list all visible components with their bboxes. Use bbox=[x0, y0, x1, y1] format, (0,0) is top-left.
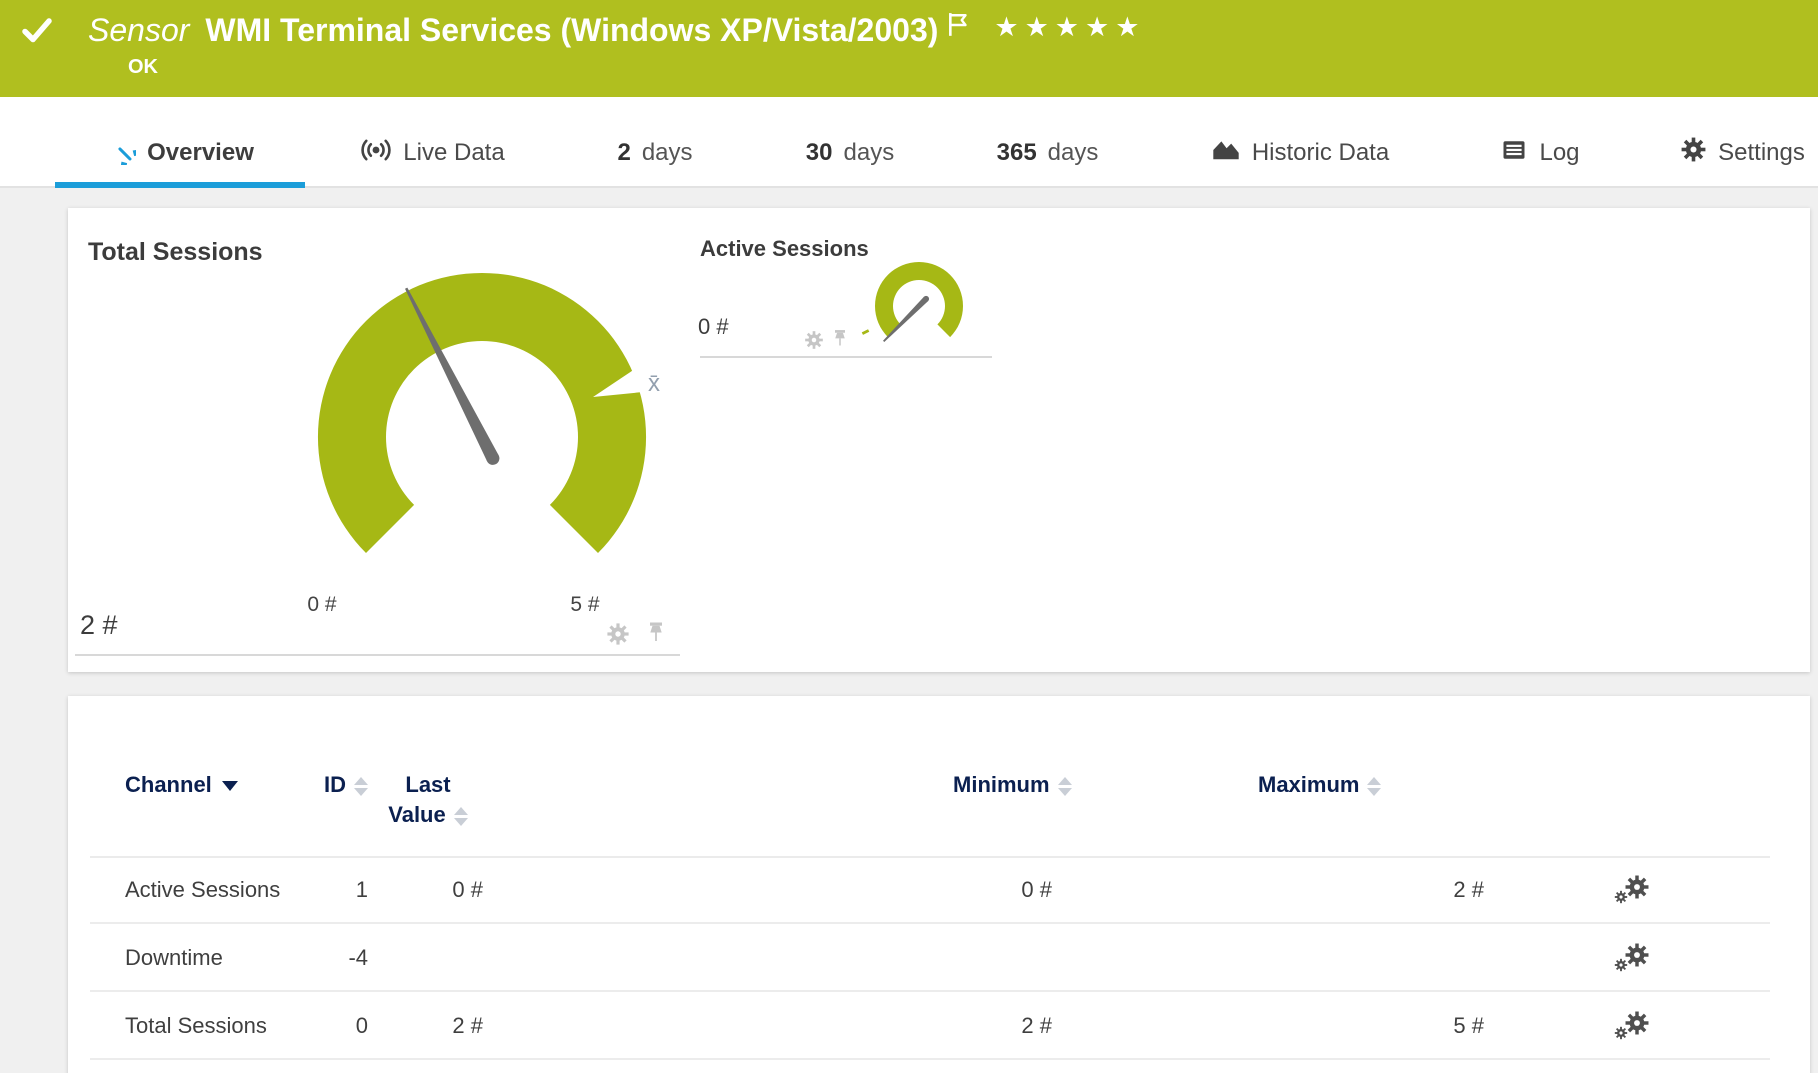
tab-value: 30 bbox=[806, 139, 833, 167]
gauge-divider bbox=[700, 356, 992, 358]
gauge-title: Total Sessions bbox=[88, 238, 263, 267]
channel-maximum bbox=[1304, 924, 1484, 992]
channels-table-panel: Channel ID Last Value Minimum Maximum Ac… bbox=[68, 696, 1810, 1073]
column-header-id[interactable]: ID bbox=[218, 772, 368, 798]
sort-toggle-icon bbox=[1367, 777, 1381, 796]
tab-label: days bbox=[1048, 139, 1099, 167]
channel-name[interactable]: Downtime bbox=[125, 924, 223, 992]
area-chart-icon bbox=[1211, 136, 1241, 171]
channel-minimum: 0 # bbox=[872, 856, 1052, 924]
table-row-total-sessions: Total Sessions 0 2 # 2 # 5 # bbox=[68, 992, 1810, 1060]
flag-icon[interactable] bbox=[948, 12, 970, 43]
channel-maximum: 2 # bbox=[1304, 856, 1484, 924]
column-header-maximum[interactable]: Maximum bbox=[1258, 772, 1381, 798]
gauge-settings-gear-icon[interactable] bbox=[606, 622, 630, 651]
gauges-panel: Total Sessions x̄ 0 # 5 # 2 # Active Ses… bbox=[68, 208, 1810, 672]
priority-stars[interactable]: ★★★★★ bbox=[994, 12, 1145, 42]
gauge-title: Active Sessions bbox=[700, 236, 869, 262]
channel-maximum: 5 # bbox=[1304, 992, 1484, 1060]
total-sessions-gauge: x̄ bbox=[282, 237, 682, 637]
sort-toggle-icon bbox=[1058, 777, 1072, 796]
gauge-min-label: 0 # bbox=[272, 593, 372, 617]
gauge-pin-icon[interactable] bbox=[644, 620, 668, 649]
tab-30-days[interactable]: 30 days bbox=[765, 132, 935, 174]
tab-log[interactable]: Log bbox=[1460, 132, 1620, 174]
tab-label: Historic Data bbox=[1252, 139, 1389, 167]
tab-live-data[interactable]: Live Data bbox=[320, 132, 545, 174]
channel-minimum bbox=[872, 924, 1052, 992]
tab-label: Overview bbox=[147, 139, 254, 167]
gauge-pin-icon[interactable] bbox=[830, 328, 850, 353]
channel-last-value: 2 # bbox=[333, 992, 483, 1060]
gauge-settings-gear-icon[interactable] bbox=[804, 330, 824, 355]
gauge-max-label: 5 # bbox=[535, 593, 635, 617]
tab-historic-data[interactable]: Historic Data bbox=[1190, 132, 1410, 174]
gauge-current-value: 2 # bbox=[80, 610, 118, 641]
edit-channel-button[interactable] bbox=[1608, 924, 1668, 992]
gauge-divider bbox=[75, 654, 680, 656]
tab-label: days bbox=[642, 139, 693, 167]
tab-label: Live Data bbox=[403, 139, 504, 167]
status-ok-check-icon bbox=[22, 18, 52, 49]
object-kind-label: Sensor bbox=[88, 10, 189, 50]
tab-label: Settings bbox=[1718, 139, 1805, 167]
row-divider bbox=[90, 1058, 1770, 1060]
tab-label: days bbox=[844, 139, 895, 167]
tab-value: 365 bbox=[997, 139, 1037, 167]
tab-label: Log bbox=[1539, 139, 1579, 167]
tab-settings[interactable]: Settings bbox=[1645, 132, 1818, 174]
sensor-overview-page: Sensor WMI Terminal Services (Windows XP… bbox=[0, 0, 1818, 1073]
tab-365-days[interactable]: 365 days bbox=[955, 132, 1140, 174]
table-row-downtime: Downtime -4 bbox=[68, 924, 1810, 992]
log-icon bbox=[1500, 136, 1528, 171]
gauge-avg-marker-label: x̄ bbox=[648, 370, 660, 397]
column-header-minimum[interactable]: Minimum bbox=[953, 772, 1072, 798]
gauge-current-value: 0 # bbox=[698, 314, 729, 340]
tab-2-days[interactable]: 2 days bbox=[570, 132, 740, 174]
live-icon bbox=[360, 136, 392, 171]
column-header-last-value[interactable]: Last Value bbox=[348, 772, 508, 828]
sort-toggle-icon bbox=[454, 807, 468, 826]
tab-overview[interactable]: Overview bbox=[55, 132, 305, 174]
active-sessions-gauge bbox=[849, 236, 989, 376]
tab-value: 2 bbox=[617, 139, 630, 167]
gauge-icon bbox=[106, 135, 136, 172]
channel-last-value: 0 # bbox=[333, 856, 483, 924]
gear-icon bbox=[1680, 136, 1707, 170]
edit-channel-button[interactable] bbox=[1608, 856, 1668, 924]
channel-minimum: 2 # bbox=[872, 992, 1052, 1060]
table-row-active-sessions: Active Sessions 1 0 # 0 # 2 # bbox=[68, 856, 1810, 924]
status-badge: OK bbox=[128, 56, 158, 79]
edit-channel-button[interactable] bbox=[1608, 992, 1668, 1060]
active-tab-indicator bbox=[55, 182, 305, 188]
sensor-header: Sensor WMI Terminal Services (Windows XP… bbox=[0, 0, 1818, 97]
channel-last-value bbox=[333, 924, 483, 992]
tab-bar: Overview Live Data 2 days 30 days 365 da… bbox=[0, 97, 1818, 188]
page-title: WMI Terminal Services (Windows XP/Vista/… bbox=[205, 10, 938, 50]
